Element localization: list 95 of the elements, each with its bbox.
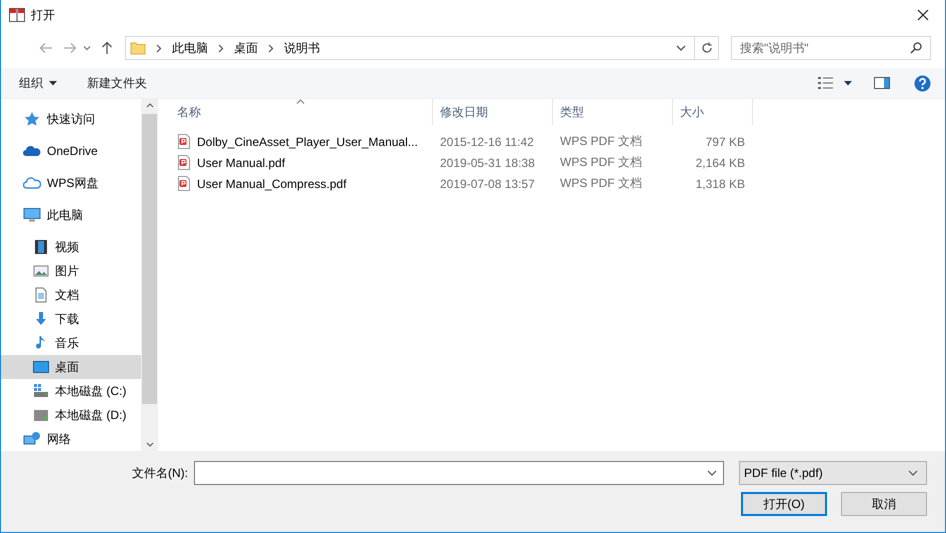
new-folder-button[interactable]: 新建文件夹	[79, 70, 155, 96]
column-header[interactable]: 修改日期	[433, 99, 553, 125]
sidebar-label: 下载	[55, 310, 79, 328]
file-name: User Manual.pdf	[197, 156, 286, 170]
sidebar-label: 文档	[55, 286, 79, 304]
sidebar-item[interactable]: 快速访问	[1, 107, 141, 131]
table-cell-text: 2015-12-16 11:42	[439, 134, 535, 148]
sidebar-label: 桌面	[55, 358, 79, 376]
chevron-icon[interactable]	[156, 44, 162, 52]
chevron-icon[interactable]	[268, 44, 274, 52]
table-cell-text: 1,318 KB	[694, 176, 746, 190]
dialog-button[interactable]: 取消	[841, 492, 927, 516]
folder-icon	[130, 41, 146, 55]
table-cell-text: WPS PDF 文档	[559, 133, 644, 150]
organize-button[interactable]: 组织	[11, 70, 65, 96]
sidebar-label: 本地磁盘 (D:)	[55, 406, 126, 424]
table-cell-text: 2,164 KB	[694, 156, 746, 170]
help-icon[interactable]	[914, 74, 931, 92]
filename-field[interactable]	[194, 461, 724, 485]
sidebar-label: 音乐	[55, 334, 79, 352]
scroll-down-icon[interactable]	[146, 442, 154, 447]
table-cell-text: 797 KB	[704, 134, 746, 148]
dialog-button[interactable]: 打开(O)	[741, 492, 827, 516]
drive-icon	[33, 407, 49, 423]
dropdown-icon[interactable]	[844, 80, 852, 86]
sidebar-label: 图片	[55, 262, 79, 280]
close-icon[interactable]	[917, 9, 929, 21]
pdf-file-icon	[178, 155, 190, 170]
address-bar[interactable]: 此电脑 桌面 说明书	[125, 36, 695, 60]
drive-system-icon	[33, 383, 49, 399]
document-icon	[33, 287, 49, 303]
sidebar-item[interactable]: 网络	[1, 427, 141, 451]
refresh-button[interactable]	[695, 36, 719, 60]
sidebar-item[interactable]: 此电脑	[1, 203, 141, 227]
sidebar-item[interactable]: 本地磁盘 (C:)	[1, 379, 141, 403]
sidebar-label: 视频	[55, 238, 79, 256]
cloud-icon	[23, 143, 41, 159]
sidebar-item[interactable]: WPS网盘	[1, 171, 141, 195]
table-cell-text: 2019-07-08 13:57	[439, 176, 536, 190]
view-options-icon[interactable]	[818, 76, 834, 90]
recent-dropdown-icon[interactable]	[83, 45, 91, 51]
chevron-icon[interactable]	[218, 44, 224, 52]
column-header[interactable]: 大小	[673, 99, 753, 125]
sidebar-label: 快速访问	[47, 110, 95, 128]
sidebar-item[interactable]: 桌面	[1, 355, 141, 379]
file-row[interactable]: User Manual_Compress.pdf 2019-07-08 13:57 WPS PDF 文档 1,318 KB	[170, 173, 945, 194]
dropdown-icon	[908, 470, 918, 476]
file-name: Dolby_CineAsset_Player_User_Manual...	[197, 134, 418, 148]
scrollbar[interactable]	[141, 99, 158, 451]
column-header[interactable]: 类型	[553, 99, 673, 125]
monitor-icon	[23, 207, 41, 223]
sidebar-item[interactable]: 文档	[1, 283, 141, 307]
file-row[interactable]: Dolby_CineAsset_Player_User_Manual... 2015-12-16 11:42 WPS PDF 文档 797 KB	[170, 131, 945, 152]
sidebar-label: 此电脑	[47, 206, 83, 224]
sidebar-label: WPS网盘	[47, 174, 98, 192]
file-type-dropdown[interactable]: PDF file (*.pdf)	[739, 461, 927, 485]
sidebar-label: OneDrive	[47, 144, 98, 158]
search-field[interactable]: 搜索"说明书"	[731, 36, 931, 60]
table-cell-text: 2019-05-31 18:38	[439, 156, 536, 170]
sidebar-item[interactable]: 本地磁盘 (D:)	[1, 403, 141, 427]
image-icon	[33, 263, 49, 279]
sidebar-item[interactable]: OneDrive	[1, 139, 141, 163]
desktop-icon	[33, 359, 49, 375]
sidebar-label: 网络	[47, 430, 71, 448]
filename-label: 文件名(N):	[132, 464, 188, 482]
scroll-up-icon[interactable]	[146, 103, 154, 108]
dropdown-icon[interactable]	[676, 45, 686, 51]
sidebar-label: 本地磁盘 (C:)	[55, 382, 126, 400]
film-icon	[33, 239, 49, 255]
sidebar-item[interactable]: 下载	[1, 307, 141, 331]
sidebar-item[interactable]: 图片	[1, 259, 141, 283]
sidebar-item[interactable]: 音乐	[1, 331, 141, 355]
dropdown-icon[interactable]	[707, 470, 717, 476]
refresh-icon	[700, 42, 712, 54]
sidebar-item[interactable]: 视频	[1, 235, 141, 259]
up-icon[interactable]	[101, 41, 113, 55]
table-cell-text: WPS PDF 文档	[559, 154, 644, 171]
table-cell-text: WPS PDF 文档	[559, 175, 644, 192]
cloud-outline-icon	[23, 175, 41, 191]
star-icon	[23, 111, 41, 127]
column-header[interactable]: 名称	[170, 99, 433, 125]
preview-pane-icon[interactable]	[874, 77, 890, 89]
pdf-file-icon	[178, 176, 190, 191]
breadcrumb[interactable]: 此电脑	[172, 40, 208, 56]
pdf-file-icon	[178, 134, 190, 149]
app-icon	[9, 8, 25, 22]
file-name: User Manual_Compress.pdf	[197, 176, 346, 190]
breadcrumb[interactable]: 桌面	[234, 40, 258, 56]
file-row[interactable]: User Manual.pdf 2019-05-31 18:38 WPS PDF 文档 2,164 KB	[170, 152, 945, 173]
download-icon	[33, 311, 49, 327]
breadcrumb[interactable]: 说明书	[284, 40, 320, 56]
window-title: 打开	[31, 6, 55, 24]
caret-icon	[49, 80, 57, 86]
search-icon	[910, 42, 922, 54]
network-icon	[23, 431, 41, 447]
